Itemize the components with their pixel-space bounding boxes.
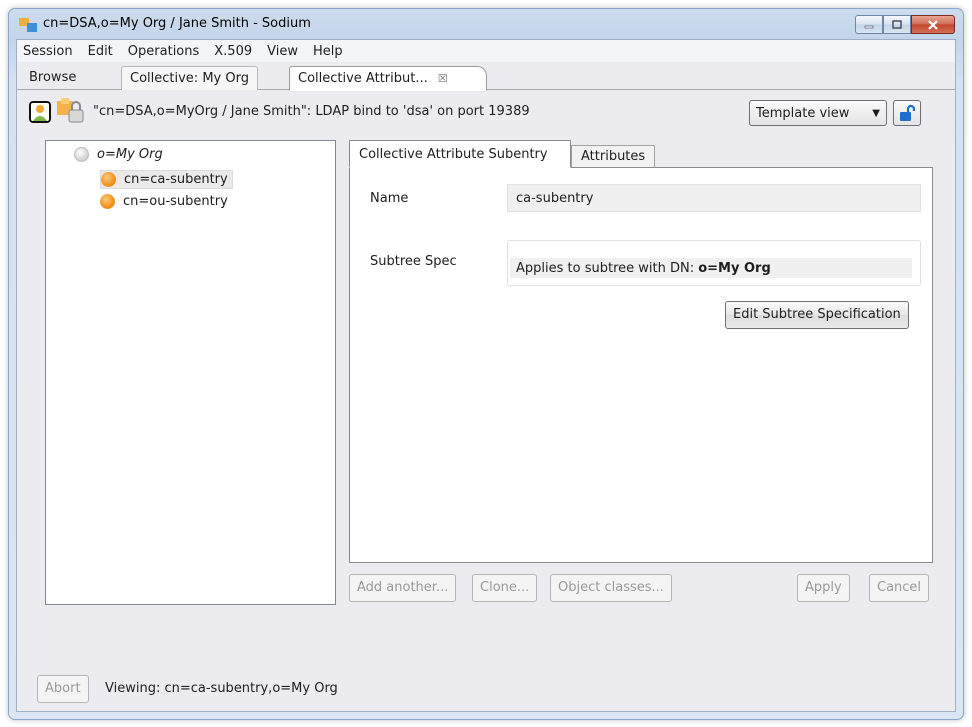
subtree-spec-text: Applies to subtree with DN: o=My Org [510, 258, 912, 278]
subtree-spec-label: Subtree Spec [370, 254, 457, 269]
client-area: Session Edit Operations X.509 View Help … [16, 39, 956, 712]
view-select-value: Template view [756, 106, 850, 121]
maximize-icon [892, 20, 902, 29]
editor-body: Name ca-subentry Subtree Spec Applies to… [349, 167, 933, 563]
tree-node-label: cn=ca-subentry [124, 172, 228, 187]
tab-label: Collective: My Org [130, 71, 249, 86]
tab-collective-attribute-subentry[interactable]: Collective Attribute Subentry [349, 140, 571, 168]
edit-subtree-button[interactable]: Edit Subtree Specification [725, 301, 909, 329]
subtree-spec-box: Applies to subtree with DN: o=My Org [507, 240, 921, 286]
node-orange-icon [101, 172, 116, 187]
user-icon[interactable] [29, 101, 51, 123]
app-icon [19, 18, 37, 32]
status-bar: Abort Viewing: cn=ca-subentry,o=My Org [17, 665, 955, 711]
tab-collective-my-org[interactable]: Collective: My Org [121, 66, 258, 90]
minimize-icon [864, 25, 874, 28]
subtree-spec-prefix: Applies to subtree with DN: [516, 261, 699, 276]
tab-label: Collective Attribut... [298, 71, 428, 86]
main-pane: "cn=DSA,o=MyOrg / Jane Smith": LDAP bind… [17, 90, 955, 665]
menu-view[interactable]: View [267, 44, 298, 59]
tab-label: Browse [29, 70, 77, 85]
close-icon [928, 19, 938, 30]
status-text: Viewing: cn=ca-subentry,o=My Org [105, 681, 338, 696]
tree-node-ou-subentry[interactable]: cn=ou-subentry [100, 194, 228, 209]
tree-node-root[interactable]: o=My Org [74, 147, 163, 162]
node-grey-icon [74, 147, 89, 162]
add-another-button[interactable]: Add another... [349, 574, 457, 602]
window-controls [855, 15, 955, 34]
apply-button[interactable]: Apply [797, 574, 850, 602]
menu-session[interactable]: Session [23, 44, 73, 59]
abort-button[interactable]: Abort [37, 675, 89, 703]
title-bar[interactable]: cn=DSA,o=My Org / Jane Smith - Sodium [9, 9, 963, 39]
tab-attributes[interactable]: Attributes [571, 145, 656, 168]
entry-editor: Collective Attribute Subentry Attributes… [349, 140, 933, 563]
view-select[interactable]: Template view ▼ [749, 100, 887, 126]
menu-help[interactable]: Help [313, 44, 343, 59]
tab-close-icon[interactable]: ☒ [438, 72, 448, 85]
maximize-button[interactable] [883, 15, 911, 34]
chevron-down-icon: ▼ [872, 108, 880, 119]
entry-tree[interactable]: o=My Org cn=ca-subentry cn=ou-subentry [45, 140, 336, 605]
tree-node-label: o=My Org [97, 147, 163, 162]
tree-node-label: cn=ou-subentry [123, 194, 228, 209]
minimize-button[interactable] [855, 15, 883, 34]
connection-info: "cn=DSA,o=MyOrg / Jane Smith": LDAP bind… [93, 104, 530, 119]
tab-label: Collective Attribute Subentry [359, 147, 548, 162]
app-window: cn=DSA,o=My Org / Jane Smith - Sodium Se… [8, 8, 964, 720]
tree-node-ca-subentry[interactable]: cn=ca-subentry [100, 170, 233, 189]
menu-edit[interactable]: Edit [88, 44, 113, 59]
menu-x509[interactable]: X.509 [214, 44, 252, 59]
close-button[interactable] [911, 15, 955, 34]
object-classes-button[interactable]: Object classes... [550, 574, 672, 602]
name-label: Name [370, 191, 409, 206]
node-orange-icon [100, 194, 115, 209]
cancel-button[interactable]: Cancel [869, 574, 930, 602]
menu-bar: Session Edit Operations X.509 View Help [17, 40, 955, 62]
clone-button[interactable]: Clone... [472, 574, 538, 602]
tab-browse[interactable]: Browse [21, 66, 84, 91]
menu-operations[interactable]: Operations [128, 44, 199, 59]
tab-collective-attribute[interactable]: Collective Attribut... ☒ [289, 66, 487, 91]
unlock-button[interactable] [893, 100, 921, 126]
tab-row: Browse Collective: My Org Collective Att… [17, 62, 955, 91]
unlock-icon [900, 104, 916, 121]
window-title: cn=DSA,o=My Org / Jane Smith - Sodium [43, 16, 311, 31]
tab-label: Attributes [581, 149, 646, 164]
lock-folder-icon [57, 98, 84, 123]
name-field[interactable]: ca-subentry [507, 184, 921, 212]
subtree-spec-dn: o=My Org [698, 261, 771, 276]
